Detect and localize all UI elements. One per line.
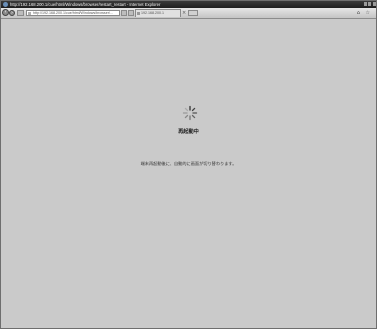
address-input[interactable]: http://192.168.200.1/cue/html/Windows/br… [26,10,120,16]
toolbar-icons[interactable]: ⌂ ☆ [357,9,372,17]
tab-active[interactable]: 192.168.200.1 [135,9,181,17]
page-icon [28,11,31,15]
back-arrow-icon[interactable]: ‹ [2,9,9,16]
navigation-bar: ‹ › http://192.168.200.1/cue/html/Window… [1,8,376,19]
ie-logo-icon [3,2,8,7]
tab-label: 192.168.200.1 [141,11,164,15]
window-controls [364,2,376,7]
minimize-button[interactable] [364,2,367,6]
page-title: 再起動中 [178,129,199,135]
loading-spinner-icon [182,105,198,121]
browser-window: http://192.168.200.1/cue/html/Windows/br… [0,0,377,329]
page-content: 再起動中 端末再起動後に、自動的に画面が切り替わります。 [1,19,376,328]
search-icon[interactable] [121,10,127,16]
new-tab-button[interactable] [188,10,198,16]
maximize-button[interactable] [368,2,372,6]
title-bar: http://192.168.200.1/cue/html/Windows/br… [1,1,376,8]
window-title: http://192.168.200.1/cue/html/Windows/br… [10,2,161,7]
page-menu-icon[interactable] [17,10,24,16]
tab-close-icon[interactable]: × [182,9,186,17]
close-window-button[interactable] [372,2,376,6]
refresh-icon[interactable] [128,10,134,16]
tab-favicon-icon [137,12,140,15]
address-url: http://192.168.200.1/cue/html/Windows/br… [33,11,113,15]
status-message: 端末再起動後に、自動的に画面が切り替わります。 [140,161,237,166]
forward-arrow-icon[interactable]: › [9,10,15,16]
